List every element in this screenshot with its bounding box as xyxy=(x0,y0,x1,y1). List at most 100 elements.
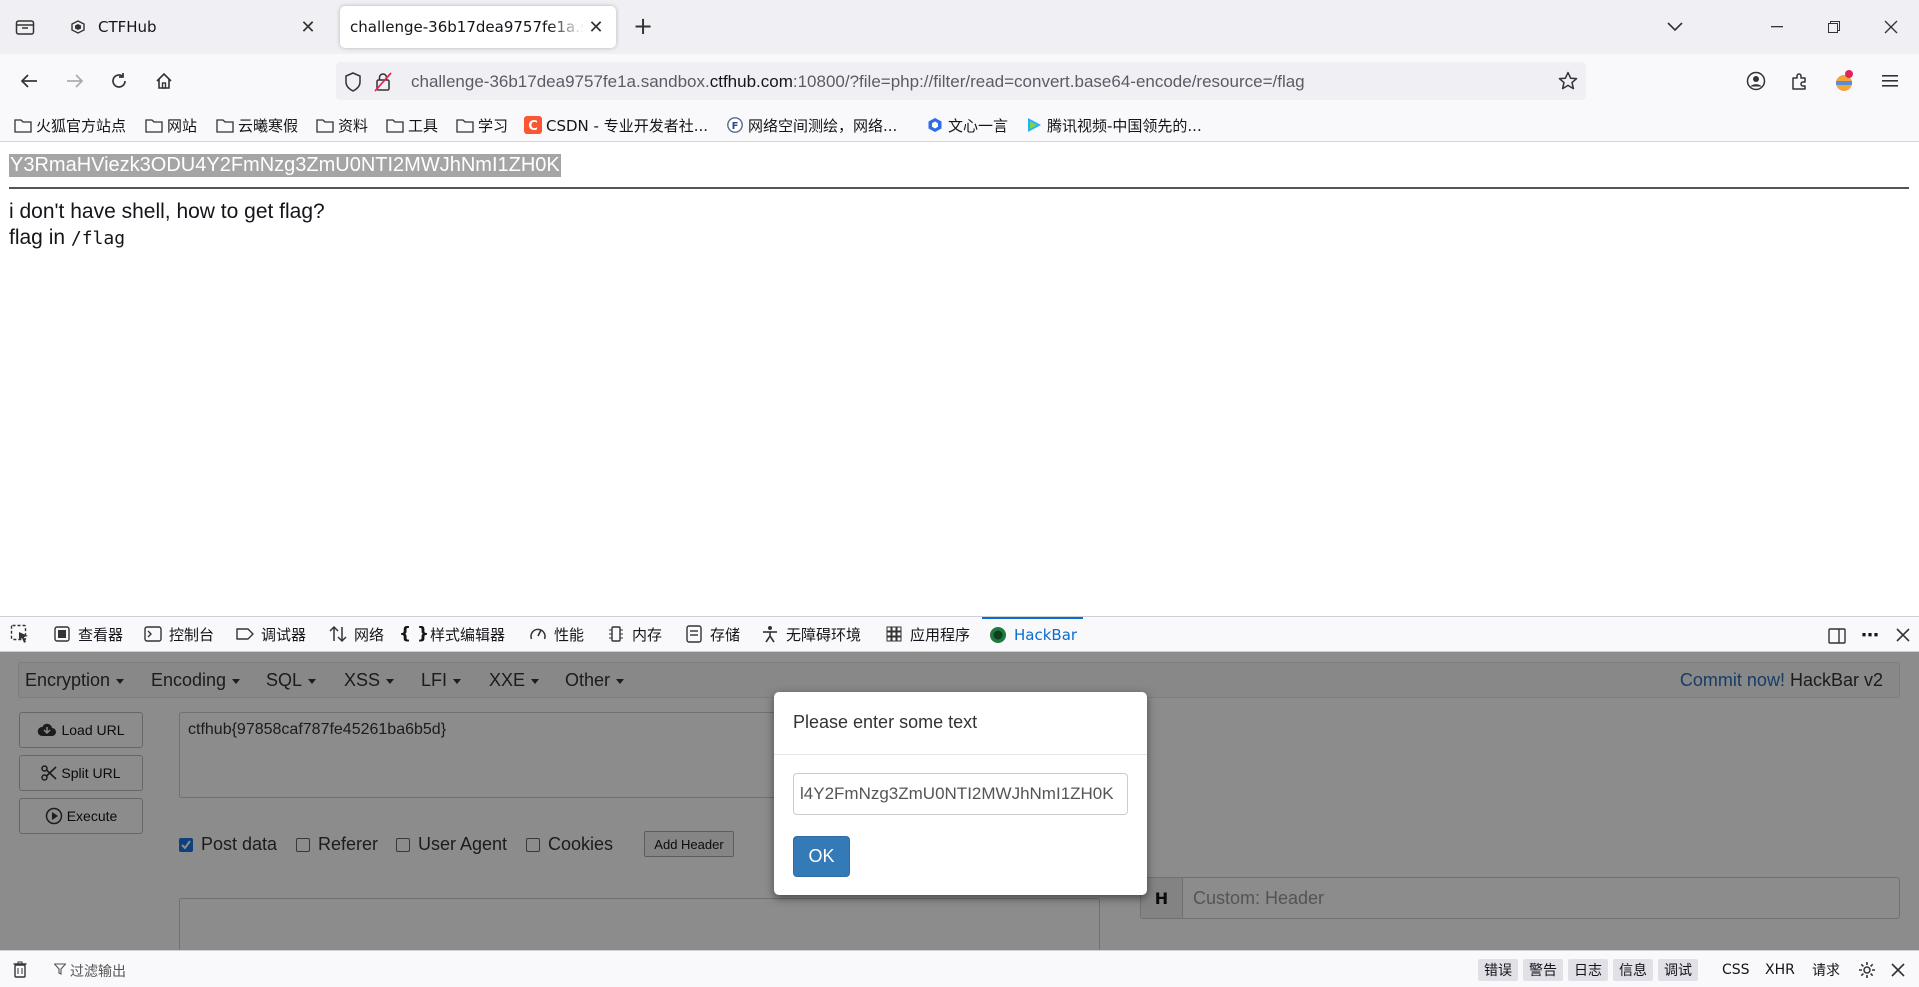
folder-icon xyxy=(316,117,334,133)
trash-icon[interactable] xyxy=(10,959,30,979)
dialog-divider xyxy=(774,754,1147,755)
filter-placeholder: 过滤输出 xyxy=(70,964,126,980)
filter-xhr[interactable]: XHR xyxy=(1765,959,1795,981)
devtools-tab-label: 存储 xyxy=(710,625,741,644)
flag-path-code: /flag xyxy=(70,228,126,249)
tab-challenge[interactable]: challenge-36b17dea9757fe1a.sandbox.ctfhu… xyxy=(340,6,616,48)
bookmark-folder-firefox[interactable]: 火狐官方站点 xyxy=(14,114,126,136)
filter-debug[interactable]: 调试 xyxy=(1658,959,1698,981)
filter-errors[interactable]: 错误 xyxy=(1478,959,1518,981)
bookmark-folder-tools[interactable]: 工具 xyxy=(386,114,438,136)
hackbar-icon xyxy=(988,625,1008,645)
devtools-tab-network[interactable]: 网络 xyxy=(328,617,384,651)
url-suffix: :10800/?file=php://filter/read=convert.b… xyxy=(792,72,1305,91)
fofa-icon: F xyxy=(726,117,744,133)
bookmarks-toolbar: 火狐官方站点 网站 云曦寒假 资料 工具 学习 C CSDN - 专业开发者社..… xyxy=(0,108,1919,142)
console-close-icon[interactable] xyxy=(1887,959,1909,981)
restore-icon[interactable] xyxy=(1819,12,1849,42)
devtools-tab-performance[interactable]: 性能 xyxy=(528,617,584,651)
filter-logs[interactable]: 日志 xyxy=(1568,959,1608,981)
minimize-icon[interactable] xyxy=(1762,12,1792,42)
folder-icon xyxy=(456,117,474,133)
devtools-tab-storage[interactable]: 存储 xyxy=(684,617,740,651)
devtools-tab-label: 内存 xyxy=(632,625,663,644)
new-tab-icon[interactable]: + xyxy=(630,14,656,40)
settings-gear-icon[interactable] xyxy=(1856,959,1878,981)
bookmark-folder-study[interactable]: 学习 xyxy=(456,114,508,136)
page-content: Y3RmaHViezk3ODU4Y2FmNzg3ZmU0NTI2MWJhNmI1… xyxy=(0,142,1919,616)
tab-list-icon[interactable] xyxy=(12,14,38,40)
bookmark-folder-sites[interactable]: 网站 xyxy=(145,114,197,136)
devtools-tab-application[interactable]: 应用程序 xyxy=(884,617,970,651)
filter-warnings[interactable]: 警告 xyxy=(1523,959,1563,981)
element-picker-icon[interactable] xyxy=(10,617,30,651)
filter-requests[interactable]: 请求 xyxy=(1812,959,1840,981)
devtools-tab-inspector[interactable]: 查看器 xyxy=(52,617,123,651)
devtools-tab-label: 控制台 xyxy=(169,625,215,644)
console-filter-input[interactable]: 过滤输出 xyxy=(53,961,126,981)
devtools-close-icon[interactable] xyxy=(1891,623,1915,647)
reload-icon[interactable] xyxy=(104,66,134,96)
devtools-tab-console[interactable]: 控制台 xyxy=(143,617,214,651)
memory-icon xyxy=(606,624,626,644)
tencent-video-icon xyxy=(1025,117,1043,133)
performance-icon xyxy=(528,624,548,644)
extensions-icon[interactable] xyxy=(1785,66,1815,96)
bookmark-label: 资料 xyxy=(338,116,369,135)
insecure-lock-icon[interactable] xyxy=(374,72,392,96)
account-icon[interactable] xyxy=(1741,66,1771,96)
tab-title: challenge-36b17dea9757fe1a.sandbox.ctfhu… xyxy=(350,18,584,36)
filter-info[interactable]: 信息 xyxy=(1613,959,1653,981)
base64-output[interactable]: Y3RmaHViezk3ODU4Y2FmNzg3ZmU0NTI2MWJhNmI1… xyxy=(9,154,561,177)
shield-icon[interactable] xyxy=(344,72,362,96)
chevron-down-icon[interactable] xyxy=(1660,12,1690,42)
braces-icon: { } xyxy=(398,624,430,644)
csdn-icon: C xyxy=(524,116,542,134)
horizontal-rule xyxy=(9,187,1909,189)
bookmark-folder-materials[interactable]: 资料 xyxy=(316,114,368,136)
url-text[interactable]: challenge-36b17dea9757fe1a.sandbox.ctfhu… xyxy=(411,72,1305,92)
forward-icon[interactable] xyxy=(60,66,90,96)
devtools-tab-style-editor[interactable]: { } 样式编辑器 xyxy=(398,617,505,651)
dialog-title: Please enter some text xyxy=(793,712,978,732)
folder-icon xyxy=(14,117,32,133)
devtools-tab-memory[interactable]: 内存 xyxy=(606,617,662,651)
close-icon[interactable]: ✕ xyxy=(296,15,320,39)
filter-css[interactable]: CSS xyxy=(1722,959,1750,981)
back-icon[interactable] xyxy=(14,66,44,96)
bookmark-label: 工具 xyxy=(408,116,439,135)
devtools-tab-label: HackBar xyxy=(1014,626,1078,644)
dialog-text-input[interactable] xyxy=(793,773,1128,815)
url-bar[interactable]: challenge-36b17dea9757fe1a.sandbox.ctfhu… xyxy=(336,62,1586,100)
bookmark-label: 火狐官方站点 xyxy=(36,116,127,135)
ok-button[interactable]: OK xyxy=(793,836,850,877)
bookmark-wenxin[interactable]: 文心一言 xyxy=(926,114,1008,136)
extension-avatar-icon[interactable] xyxy=(1829,66,1859,96)
devtools-tab-debugger[interactable]: 调试器 xyxy=(235,617,306,651)
window-close-icon[interactable] xyxy=(1876,12,1906,42)
devtools-tab-accessibility[interactable]: 无障碍环境 xyxy=(760,617,861,651)
bookmark-fofa[interactable]: F 网络空间测绘，网络... xyxy=(726,114,897,136)
url-domain: ctfhub.com xyxy=(709,72,793,91)
home-icon[interactable] xyxy=(149,66,179,96)
bookmark-label: 文心一言 xyxy=(948,116,1009,135)
tab-ctfhub[interactable]: CTFHub ✕ xyxy=(56,6,328,48)
bookmark-label: 学习 xyxy=(478,116,509,135)
app-menu-icon[interactable] xyxy=(1875,66,1905,96)
bookmark-label: CSDN - 专业开发者社... xyxy=(546,116,709,135)
bookmark-label: 云曦寒假 xyxy=(238,116,299,135)
bookmark-csdn[interactable]: C CSDN - 专业开发者社... xyxy=(524,114,708,136)
devtools-tab-label: 性能 xyxy=(554,625,585,644)
bookmark-folder-yunxi[interactable]: 云曦寒假 xyxy=(216,114,298,136)
dock-side-icon[interactable] xyxy=(1825,623,1849,647)
url-prefix: challenge-36b17dea9757fe1a.sandbox. xyxy=(411,72,710,91)
folder-icon xyxy=(216,117,234,133)
more-options-icon[interactable]: ⋯ xyxy=(1858,623,1882,647)
ctfhub-favicon-icon xyxy=(70,19,86,35)
bookmark-tencent-video[interactable]: 腾讯视频-中国领先的... xyxy=(1025,114,1202,136)
wenxin-icon xyxy=(926,117,944,133)
star-bookmark-icon[interactable] xyxy=(1558,71,1578,95)
inspector-icon xyxy=(52,624,72,644)
devtools-tab-hackbar[interactable]: HackBar xyxy=(982,617,1084,651)
close-icon[interactable]: ✕ xyxy=(584,15,608,39)
